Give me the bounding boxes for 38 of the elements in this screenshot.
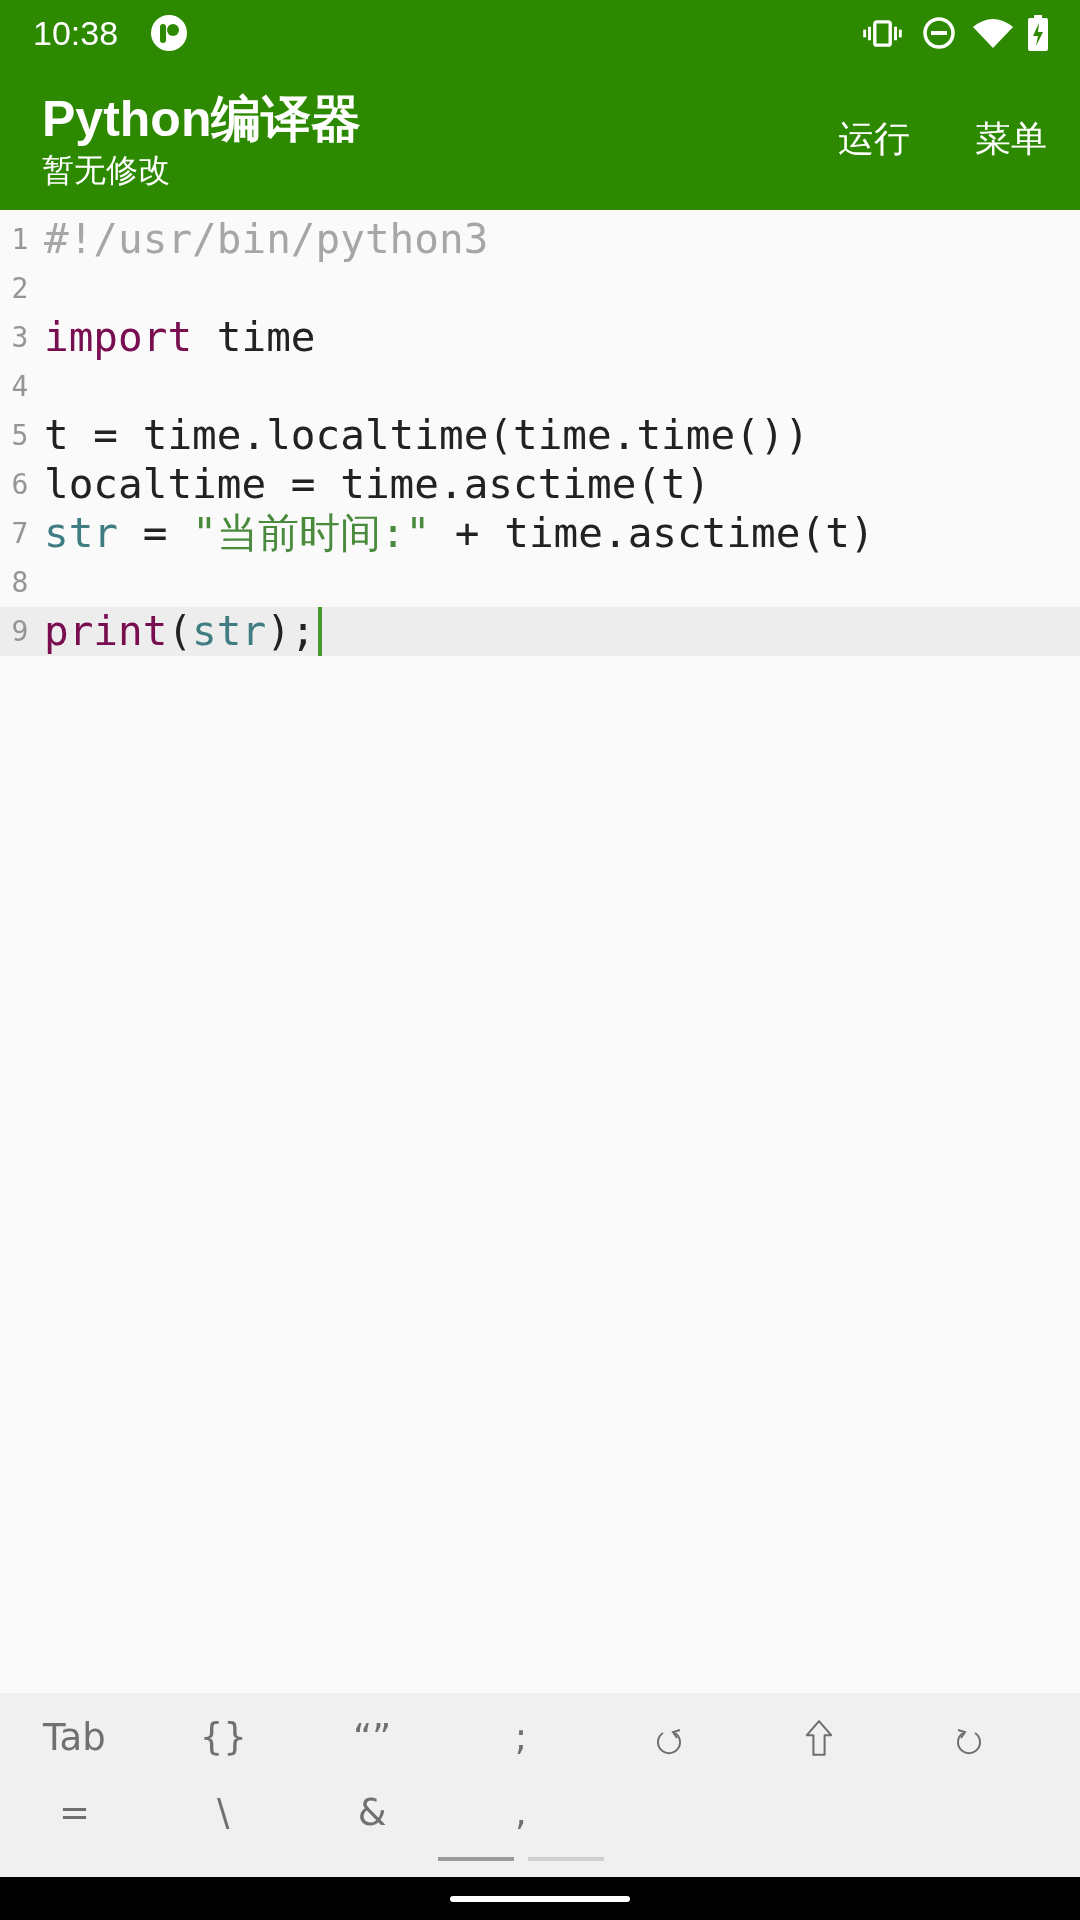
- line-number: 1: [10, 222, 30, 257]
- status-time: 10:38: [33, 13, 119, 53]
- code-editor[interactable]: 1 #!/usr/bin/python3 2 3 import time 4 5 t = time.localtime(time.time()) 6 localtime = time.asctime(t) 7 str = "当前时间:" + time.asctime(t) 8 9 print(str);: [0, 210, 1080, 1693]
- keyboard-key[interactable]: ;: [506, 1711, 536, 1764]
- text-cursor: [317, 607, 322, 656]
- keyboard-key[interactable]: “”: [344, 1711, 400, 1764]
- action-button[interactable]: 菜单: [963, 111, 1059, 167]
- code-text: import time: [44, 313, 316, 362]
- code-text: localtime = time.asctime(t): [44, 460, 711, 509]
- line-number: 9: [10, 614, 30, 649]
- home-handle[interactable]: [450, 1895, 630, 1902]
- shift-icon: [804, 1718, 833, 1757]
- vibrate-icon: [863, 19, 902, 47]
- keyboard-key[interactable]: &: [349, 1786, 395, 1839]
- line-number: 7: [10, 516, 30, 551]
- keyboard-key[interactable]: Tab: [35, 1711, 114, 1764]
- app-subtitle: 暂无修改: [42, 151, 170, 189]
- code-text: print(str);: [44, 607, 316, 656]
- battery-charging-icon: [1028, 15, 1048, 51]
- code-text: str = "当前时间:" + time.asctime(t): [44, 509, 875, 558]
- action-button[interactable]: 运行: [826, 111, 922, 167]
- round-logo-icon: [151, 15, 188, 51]
- line-number: 4: [10, 369, 30, 404]
- keyboard-key[interactable]: {}: [191, 1711, 255, 1764]
- line-number: 6: [10, 467, 30, 502]
- code-text: #!/usr/bin/python3: [44, 215, 489, 264]
- keyboard-key[interactable]: ,: [507, 1786, 535, 1839]
- keyboard-key[interactable]: \: [209, 1786, 238, 1839]
- line-number: 8: [10, 565, 30, 600]
- app-title: Python编译器: [42, 91, 362, 147]
- do-not-disturb-icon: [923, 17, 955, 49]
- wifi-icon: [973, 18, 1013, 48]
- undo-icon: [655, 1727, 684, 1756]
- line-number: 3: [10, 320, 30, 355]
- code-text: t = time.localtime(time.time()): [44, 411, 810, 460]
- keyboard-key[interactable]: =: [50, 1786, 98, 1839]
- line-number: 5: [10, 418, 30, 453]
- line-number: 2: [10, 271, 30, 306]
